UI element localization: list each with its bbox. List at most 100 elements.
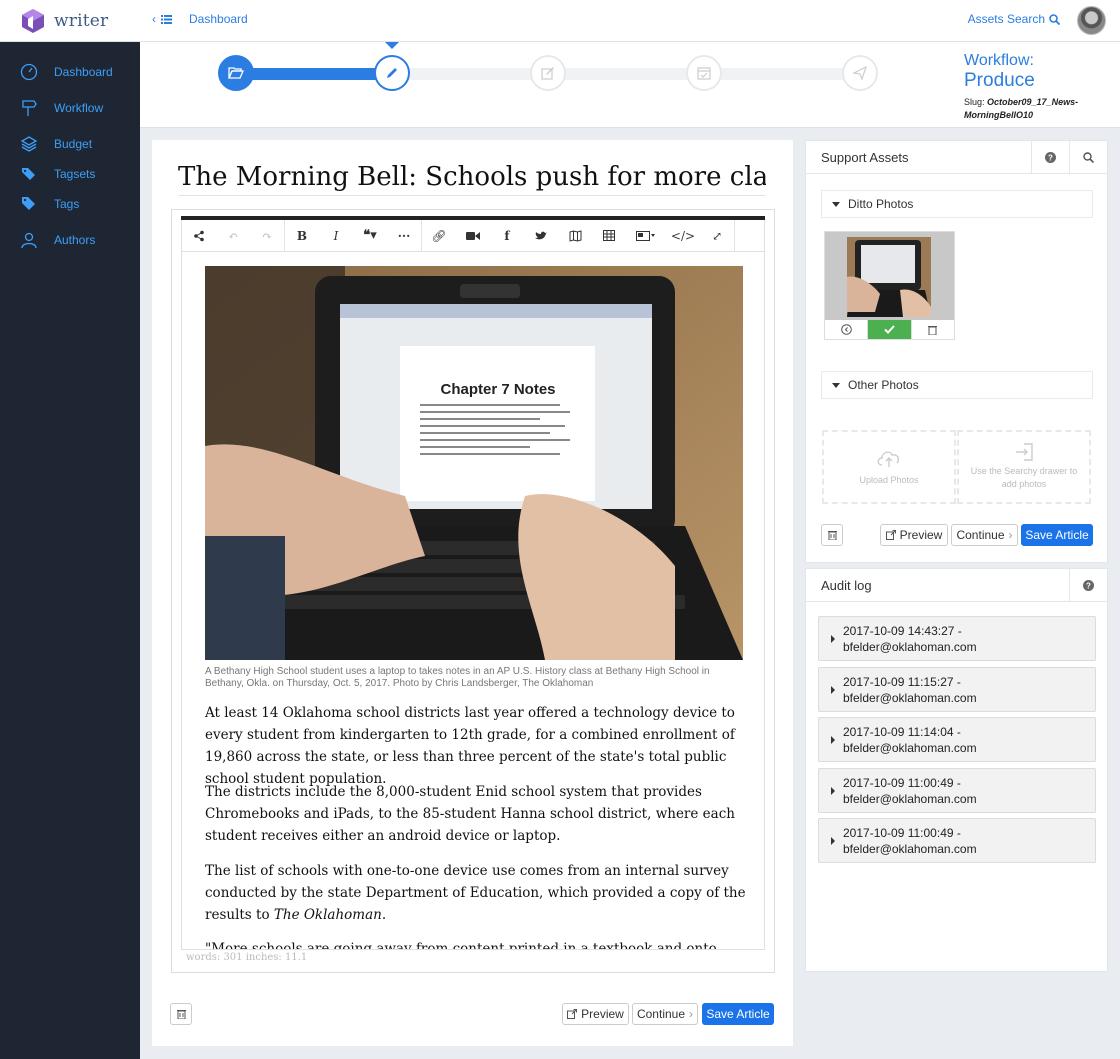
- delete-article-button[interactable]: [170, 1003, 192, 1025]
- quote-dropdown-icon[interactable]: ❝▾: [353, 220, 387, 252]
- svg-text:?: ?: [1086, 582, 1091, 591]
- external-link-icon: [567, 1009, 578, 1019]
- audit-entry-time: 2017-10-09 11:00:49 -: [843, 776, 961, 790]
- layers-icon: [20, 136, 38, 152]
- sidebar-item-authors[interactable]: Authors: [20, 225, 95, 255]
- ditto-photo-card: [824, 231, 955, 340]
- audit-entry-time: 2017-10-09 11:00:49 -: [843, 826, 961, 840]
- delete-assets-button[interactable]: [821, 524, 843, 546]
- continue-label: Continue: [636, 1007, 686, 1021]
- undo-icon[interactable]: ↶: [216, 220, 250, 252]
- link-icon[interactable]: 🔗︎: [422, 220, 456, 252]
- workflow-title-prefix: Workflow:: [964, 52, 1034, 69]
- redo-icon[interactable]: ↷: [250, 220, 284, 252]
- folder-open-icon: [228, 67, 244, 79]
- app-name: writer: [54, 11, 109, 31]
- continue-button[interactable]: Continue ›: [632, 1003, 698, 1025]
- sidebar-item-label: Budget: [54, 137, 93, 151]
- table-icon[interactable]: [592, 220, 626, 252]
- sign-in-icon: [1016, 443, 1033, 461]
- article-headline-input[interactable]: The Morning Bell: Schools push for more …: [178, 162, 766, 196]
- signpost-icon: [22, 100, 37, 116]
- external-link-icon: [885, 530, 896, 540]
- article-paragraph: "More schools are going away from conten…: [205, 941, 717, 950]
- article-paragraph: The districts include the 8,000-student …: [205, 784, 735, 844]
- article-photo[interactable]: Chapter 7 Notes: [205, 266, 743, 660]
- other-photos-toggle[interactable]: Other Photos: [821, 371, 1093, 399]
- other-photos-label: Other Photos: [848, 378, 919, 392]
- ditto-photo-thumbnail[interactable]: [825, 232, 954, 320]
- workflow-slug: Slug: October09_17_News-MorningBellO10: [964, 96, 1094, 122]
- workflow-step-assign[interactable]: [218, 55, 254, 91]
- chevron-right-icon: ›: [1008, 528, 1013, 542]
- fullscreen-icon[interactable]: ⤢: [700, 220, 734, 252]
- sidebar: Dashboard Workflow Budget Tagsets Tags A…: [0, 42, 140, 1059]
- workflow-step-schedule[interactable]: [686, 55, 722, 91]
- workflow-step-produce[interactable]: [374, 55, 410, 91]
- current-step-pointer: [385, 42, 399, 49]
- support-assets-panel: Support Assets ? Ditto Photos Other Phot…: [805, 140, 1108, 563]
- workflow-step-publish[interactable]: [842, 55, 878, 91]
- facebook-icon[interactable]: f: [490, 220, 524, 252]
- audit-log-entry[interactable]: 2017-10-09 11:00:49 - bfelder@oklahoman.…: [818, 818, 1096, 863]
- photo-delete-button[interactable]: [912, 320, 954, 339]
- editor-body[interactable]: Chapter 7 Notes A Bethany High School st…: [181, 252, 765, 950]
- sidebar-item-tagsets[interactable]: Tagsets: [20, 159, 95, 189]
- bold-icon[interactable]: B: [285, 220, 319, 252]
- share-icon[interactable]: [182, 220, 216, 252]
- photo-approve-button[interactable]: [868, 320, 912, 339]
- tags-icon: [22, 168, 35, 180]
- trash-icon: [176, 1010, 186, 1019]
- audit-entry-user: bfelder@oklahoman.com: [843, 842, 977, 856]
- audit-log-entry[interactable]: 2017-10-09 11:15:27 - bfelder@oklahoman.…: [818, 667, 1096, 712]
- audit-log-entry[interactable]: 2017-10-09 14:43:27 - bfelder@oklahoman.…: [818, 616, 1096, 661]
- photo-restore-button[interactable]: [825, 320, 869, 339]
- sidebar-item-label: Authors: [54, 233, 96, 247]
- sidebar-item-label: Dashboard: [54, 65, 113, 79]
- back-link-label: Dashboard: [189, 12, 248, 26]
- help-button[interactable]: ?: [1031, 141, 1069, 174]
- workflow-step-edit[interactable]: [530, 55, 566, 91]
- audit-log-title: Audit log: [821, 577, 872, 593]
- preview-button[interactable]: Preview: [562, 1003, 629, 1025]
- trash-icon: [827, 531, 837, 540]
- code-icon[interactable]: </>: [666, 220, 700, 252]
- twitter-icon[interactable]: [524, 220, 558, 252]
- continue-button[interactable]: Continue ›: [951, 524, 1018, 546]
- caret-down-icon: [832, 201, 840, 207]
- video-icon[interactable]: [456, 220, 490, 252]
- assets-search-button[interactable]: [1069, 141, 1107, 174]
- preview-button[interactable]: Preview: [880, 524, 948, 546]
- back-to-dashboard-link[interactable]: ‹ Dashboard: [152, 12, 248, 26]
- upload-photos-dropzone[interactable]: Upload Photos: [822, 430, 956, 504]
- sidebar-item-tags[interactable]: Tags: [20, 189, 79, 219]
- cloud-upload-icon: [877, 450, 900, 467]
- sidebar-item-dashboard[interactable]: Dashboard: [20, 57, 113, 87]
- audit-log-entry[interactable]: 2017-10-09 11:14:04 - bfelder@oklahoman.…: [818, 717, 1096, 762]
- italic-icon[interactable]: I: [319, 220, 353, 252]
- question-circle-icon: ?: [1083, 580, 1094, 591]
- searchy-drawer-dropzone[interactable]: Use the Searchy drawer to add photos: [957, 430, 1091, 504]
- continue-label: Continue: [956, 528, 1005, 542]
- save-article-button[interactable]: Save Article: [702, 1003, 774, 1025]
- pencil-icon: [387, 68, 397, 78]
- embed-dropdown-icon[interactable]: [626, 220, 666, 252]
- preview-label: Preview: [899, 528, 943, 542]
- sidebar-item-workflow[interactable]: Workflow: [20, 93, 103, 123]
- paragraph-end: .: [381, 907, 387, 923]
- save-article-button[interactable]: Save Article: [1021, 524, 1093, 546]
- map-icon[interactable]: [558, 220, 592, 252]
- audit-log-entry[interactable]: 2017-10-09 11:00:49 - bfelder@oklahoman.…: [818, 768, 1096, 813]
- student-laptop-photo: Chapter 7 Notes: [205, 266, 743, 660]
- sidebar-item-label: Workflow: [54, 101, 104, 115]
- audit-help-button[interactable]: ?: [1069, 569, 1107, 602]
- user-avatar[interactable]: [1077, 6, 1106, 35]
- more-icon[interactable]: ···: [387, 220, 421, 252]
- ditto-photos-toggle[interactable]: Ditto Photos: [821, 190, 1093, 218]
- chevron-right-icon: ›: [689, 1007, 694, 1021]
- assets-search-link[interactable]: Assets Search: [968, 12, 1060, 26]
- caret-down-icon: [832, 382, 840, 388]
- edit-icon: [541, 67, 554, 80]
- sidebar-item-budget[interactable]: Budget: [20, 129, 92, 159]
- logo[interactable]: writer: [0, 0, 140, 42]
